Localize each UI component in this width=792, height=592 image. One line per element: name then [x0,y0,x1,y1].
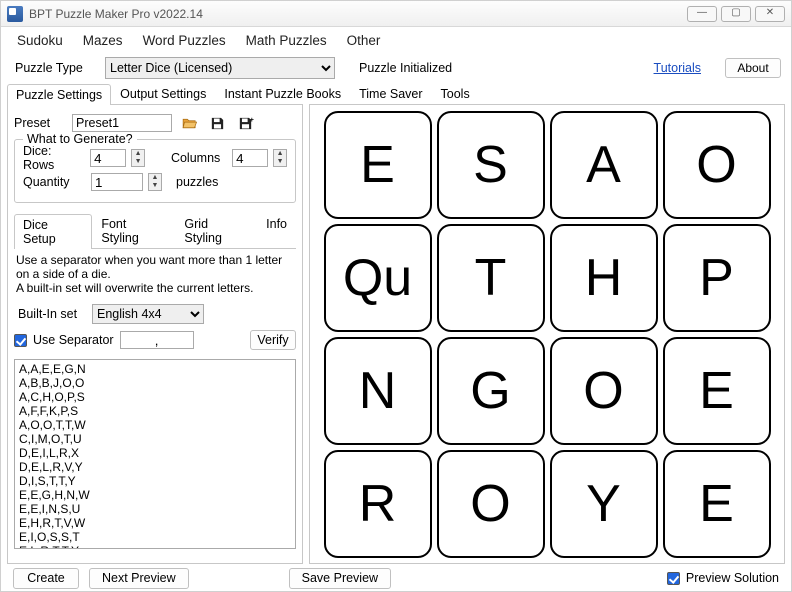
tutorials-link[interactable]: Tutorials [654,61,701,75]
die-1-2: H [550,224,658,332]
menu-mazes[interactable]: Mazes [83,33,123,48]
window-max-button[interactable]: ▢ [721,6,751,22]
menu-math-puzzles[interactable]: Math Puzzles [246,33,327,48]
save-preview-button[interactable]: Save Preview [289,568,391,589]
generate-group: What to Generate? Dice: Rows ▲▼ Columns … [14,139,296,203]
qty-label: Quantity [23,175,85,189]
dice-list-textarea[interactable]: A,A,E,E,G,N A,B,B,J,O,O A,C,H,O,P,S A,F,… [14,359,296,549]
window-title: BPT Puzzle Maker Pro v2022.14 [29,7,683,21]
app-icon [7,6,23,22]
builtin-select[interactable]: English 4x4 [92,304,204,324]
menubar: Sudoku Mazes Word Puzzles Math Puzzles O… [1,27,791,53]
die-3-3: E [663,450,771,558]
die-0-2: A [550,111,658,219]
qty-suffix: puzzles [176,175,218,189]
left-panel: Preset + What to Generate? Dice: Rows ▲▼… [7,104,303,564]
subtab-font-styling[interactable]: Font Styling [92,213,175,248]
dice-help: Use a separator when you want more than … [14,249,296,301]
toprow: Puzzle Type Letter Dice (Licensed) Puzzl… [1,53,791,83]
about-button[interactable]: About [725,58,781,78]
dice-grid: E S A O Qu T H P N G O E R O Y E [324,111,771,558]
cols-label: Columns [171,151,226,165]
use-separator-checkbox[interactable] [14,334,27,347]
die-0-1: S [437,111,545,219]
subtab-dice-setup[interactable]: Dice Setup [14,214,92,249]
separator-row: Use Separator Verify [14,327,296,353]
menu-word-puzzles[interactable]: Word Puzzles [143,33,226,48]
save-plus-button[interactable]: + [234,112,256,134]
svg-text:+: + [249,116,253,124]
tab-tools[interactable]: Tools [432,83,479,104]
die-3-0: R [324,450,432,558]
qty-spinner[interactable]: ▲▼ [148,173,162,191]
cols-spinner[interactable]: ▲▼ [273,149,287,167]
die-2-1: G [437,337,545,445]
preset-label: Preset [14,116,66,130]
puzzle-type-select[interactable]: Letter Dice (Licensed) [105,57,335,79]
next-preview-button[interactable]: Next Preview [89,568,189,589]
die-1-3: P [663,224,771,332]
die-0-3: O [663,111,771,219]
create-button[interactable]: Create [13,568,79,589]
die-1-0: Qu [324,224,432,332]
die-2-2: O [550,337,658,445]
window-close-button[interactable]: ✕ [755,6,785,22]
preview-solution-label: Preview Solution [686,571,779,585]
main-tabs: Puzzle Settings Output Settings Instant … [1,83,791,104]
window-min-button[interactable]: — [687,6,717,22]
die-2-3: E [663,337,771,445]
save-icon [209,115,226,132]
save-button[interactable] [206,112,228,134]
die-2-0: N [324,337,432,445]
die-1-1: T [437,224,545,332]
subtab-grid-styling[interactable]: Grid Styling [175,213,257,248]
preview-panel: E S A O Qu T H P N G O E R O Y E [309,104,785,564]
rows-spinner[interactable]: ▲▼ [131,149,145,167]
menu-other[interactable]: Other [347,33,381,48]
folder-open-icon [181,115,198,132]
die-3-1: O [437,450,545,558]
status-text: Puzzle Initialized [359,61,646,75]
cols-input[interactable] [232,149,268,167]
save-plus-icon: + [237,115,254,132]
tab-instant-puzzle-books[interactable]: Instant Puzzle Books [215,83,350,104]
builtin-label: Built-In set [18,307,86,321]
tab-puzzle-settings[interactable]: Puzzle Settings [7,84,111,105]
puzzle-type-label: Puzzle Type [11,61,97,75]
qty-input[interactable] [91,173,143,191]
rows-input[interactable] [90,149,126,167]
tab-output-settings[interactable]: Output Settings [111,83,215,104]
subtab-info[interactable]: Info [257,213,296,248]
dice-help-1: Use a separator when you want more than … [16,253,282,281]
sub-tabs: Dice Setup Font Styling Grid Styling Inf… [14,213,296,249]
separator-input[interactable] [120,331,194,349]
dice-help-2: A built-in set will overwrite the curren… [16,281,253,295]
rows-label: Dice: Rows [23,144,84,172]
tab-time-saver[interactable]: Time Saver [350,83,431,104]
preview-solution-row: Preview Solution [667,571,779,585]
preview-solution-checkbox[interactable] [667,572,680,585]
content: Preset + What to Generate? Dice: Rows ▲▼… [1,104,791,564]
titlebar: BPT Puzzle Maker Pro v2022.14 — ▢ ✕ [1,1,791,27]
die-0-0: E [324,111,432,219]
die-3-2: Y [550,450,658,558]
generate-legend: What to Generate? [23,132,137,146]
open-folder-button[interactable] [178,112,200,134]
preset-input[interactable] [72,114,172,132]
bottom-bar: Create Next Preview Save Preview Preview… [1,564,791,592]
use-separator-label: Use Separator [33,333,114,347]
verify-button[interactable]: Verify [250,330,296,350]
menu-sudoku[interactable]: Sudoku [17,33,63,48]
builtin-row: Built-In set English 4x4 [14,301,296,327]
